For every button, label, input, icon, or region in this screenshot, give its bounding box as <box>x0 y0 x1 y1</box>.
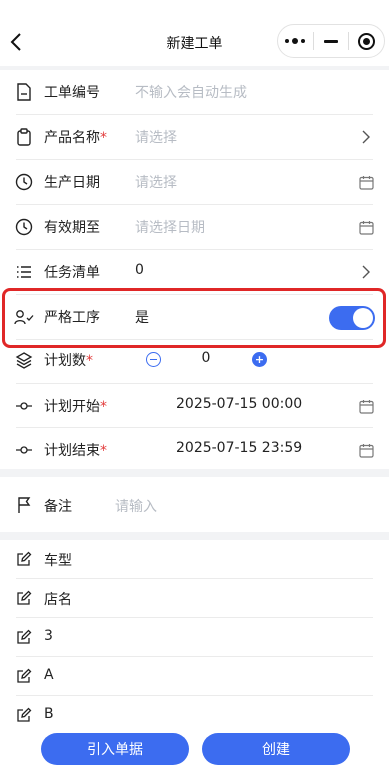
form-section: 工单编号 不输入会自动生成 产品名称* 请选择 生产日期 请选择 有效期至 请选… <box>0 70 389 469</box>
plan-end-value[interactable]: 2025-07-15 23:59 <box>176 440 302 456</box>
field-label: 工单编号 <box>44 85 100 101</box>
field-label: 店名 <box>44 592 72 608</box>
plan-quantity-field: 计划数* 0 + <box>0 340 389 384</box>
commit-icon <box>14 440 34 460</box>
import-document-button[interactable]: 引入单据 <box>41 733 189 765</box>
remark-section: 备注 请输入 <box>0 477 389 532</box>
expiry-date-picker[interactable]: 请选择日期 <box>135 217 205 237</box>
production-date-field[interactable]: 生产日期 请选择 <box>0 160 389 205</box>
plan-end-field[interactable]: 计划结束* 2025-07-15 23:59 <box>0 428 389 469</box>
minimize-icon <box>324 39 338 43</box>
plan-quantity-value[interactable]: 0 <box>196 350 216 366</box>
custom-field-item[interactable]: B <box>0 696 389 722</box>
chevron-right-icon <box>357 128 375 146</box>
close-button[interactable] <box>349 25 384 57</box>
field-label: 计划开始* <box>44 399 107 415</box>
more-button[interactable] <box>278 25 313 57</box>
field-label: 车型 <box>44 553 72 569</box>
plan-start-value[interactable]: 2025-07-15 00:00 <box>176 396 302 412</box>
edit-icon <box>14 588 34 608</box>
field-label: 3 <box>44 628 53 644</box>
commit-icon <box>14 396 34 416</box>
increment-button[interactable]: + <box>252 352 267 367</box>
remark-field[interactable]: 备注 请输入 <box>0 477 389 532</box>
user-check-icon <box>14 307 34 327</box>
custom-field-item[interactable]: A <box>0 657 389 696</box>
task-list-value: 0 <box>135 262 144 278</box>
custom-field-item[interactable]: 店名 <box>0 579 389 618</box>
mini-program-capsule <box>277 24 385 58</box>
field-label: A <box>44 667 54 683</box>
target-icon <box>358 32 376 50</box>
plus-icon: + <box>254 353 265 366</box>
calendar-icon <box>357 173 375 191</box>
product-field[interactable]: 产品名称* 请选择 <box>0 115 389 160</box>
calendar-icon <box>357 397 375 415</box>
strict-process-toggle[interactable] <box>329 306 375 330</box>
field-label: 任务清单 <box>44 265 100 281</box>
strict-process-value: 是 <box>135 310 149 326</box>
layers-icon <box>14 350 34 370</box>
chevron-right-icon <box>357 263 375 281</box>
field-label: 生产日期 <box>44 175 100 191</box>
clock-icon <box>14 172 34 192</box>
flag-icon <box>14 495 34 515</box>
calendar-icon <box>357 441 375 459</box>
create-button[interactable]: 创建 <box>202 733 350 765</box>
field-label: 计划数* <box>44 353 93 369</box>
field-label: B <box>44 706 54 722</box>
list-icon <box>14 262 34 282</box>
task-list-field[interactable]: 任务清单 0 <box>0 250 389 295</box>
strict-process-field: 严格工序 是 <box>0 295 389 340</box>
toggle-knob <box>353 308 373 328</box>
more-dots-icon <box>285 38 306 44</box>
document-icon <box>14 82 34 102</box>
remark-input[interactable]: 请输入 <box>115 496 157 516</box>
production-date-picker[interactable]: 请选择 <box>135 172 177 192</box>
minimize-button[interactable] <box>314 25 349 57</box>
navigation-bar: 新建工单 <box>0 0 389 66</box>
edit-icon <box>14 627 34 647</box>
clipboard-icon <box>14 127 34 147</box>
edit-icon <box>14 666 34 686</box>
custom-field-item[interactable]: 3 <box>0 618 389 657</box>
order-no-input[interactable]: 不输入会自动生成 <box>135 82 247 102</box>
decrement-button[interactable] <box>146 352 161 367</box>
field-label: 产品名称* <box>44 130 107 146</box>
field-label: 备注 <box>44 499 72 515</box>
order-no-field[interactable]: 工单编号 不输入会自动生成 <box>0 70 389 115</box>
custom-field-item[interactable]: 车型 <box>0 540 389 579</box>
plan-start-field[interactable]: 计划开始* 2025-07-15 00:00 <box>0 384 389 428</box>
minus-icon <box>150 358 157 361</box>
edit-icon <box>14 705 34 722</box>
product-select[interactable]: 请选择 <box>135 127 177 147</box>
calendar-icon <box>357 218 375 236</box>
field-label: 计划结束* <box>44 443 107 459</box>
edit-icon <box>14 549 34 569</box>
field-label: 有效期至 <box>44 220 100 236</box>
custom-fields-section: 车型 店名 3 A B <box>0 540 389 722</box>
bottom-action-bar: 引入单据 创建 <box>0 722 389 779</box>
expiry-field[interactable]: 有效期至 请选择日期 <box>0 205 389 250</box>
clock-icon <box>14 217 34 237</box>
field-label: 严格工序 <box>44 310 100 326</box>
